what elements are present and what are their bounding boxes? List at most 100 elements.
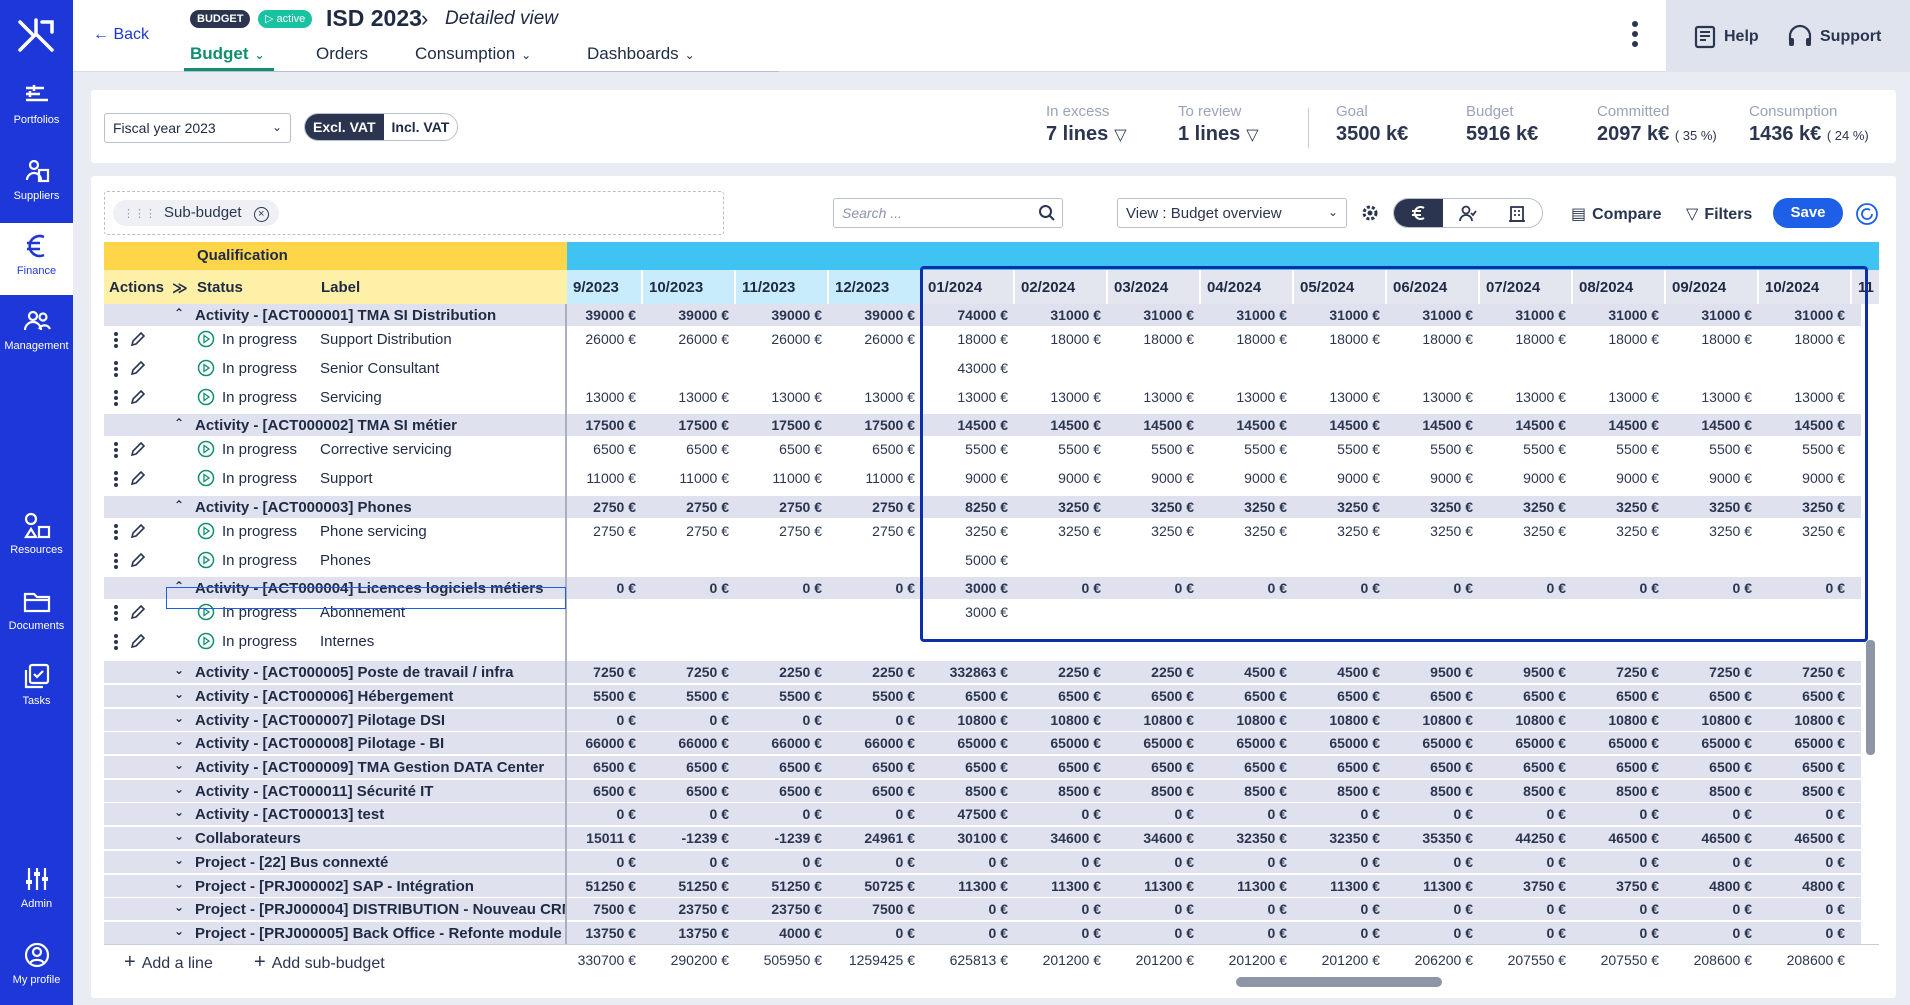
value-cell[interactable]: 0 € <box>1666 925 1752 941</box>
chevron-down-icon[interactable]: ⌄ <box>174 734 184 748</box>
value-cell[interactable]: 13000 € <box>567 389 636 405</box>
grouping-drop-zone[interactable]: ⋮⋮⋮ Sub-budget × <box>104 191 724 235</box>
value-cell[interactable]: 6500 € <box>922 688 1008 704</box>
euro-mode-option[interactable] <box>1394 199 1444 227</box>
value-cell[interactable]: 10800 € <box>1759 712 1845 728</box>
value-cell[interactable]: 6500 € <box>643 783 729 799</box>
value-cell[interactable]: 0 € <box>1573 925 1659 941</box>
value-cell[interactable]: 65000 € <box>1294 735 1380 751</box>
chevron-down-icon[interactable]: ⌄ <box>174 782 184 796</box>
tab-dashboards[interactable]: Dashboards ⌄ <box>587 44 695 64</box>
value-cell[interactable]: 13750 € <box>567 925 636 941</box>
sidebar-item-resources[interactable]: Resources <box>0 502 73 574</box>
table-row[interactable]: In progress Senior Consultant <box>104 357 565 381</box>
sidebar-item-management[interactable]: Management <box>0 298 73 370</box>
value-cell[interactable]: 0 € <box>1294 806 1380 822</box>
value-cell[interactable]: 0 € <box>1759 806 1845 822</box>
value-cell[interactable]: 6500 € <box>1759 688 1845 704</box>
value-cell[interactable]: 0 € <box>1201 806 1287 822</box>
row-menu-icon[interactable] <box>113 523 119 541</box>
pencil-icon[interactable] <box>130 389 146 405</box>
value-cell[interactable]: 0 € <box>1387 925 1473 941</box>
month-header[interactable]: 12/2023 <box>829 270 922 304</box>
value-cell[interactable]: 6500 € <box>643 759 729 775</box>
value-cell[interactable]: 15011 € <box>567 830 636 846</box>
value-cell[interactable]: 0 € <box>1201 854 1287 870</box>
value-cell[interactable]: 6500 € <box>1666 759 1752 775</box>
value-cell[interactable]: 44250 € <box>1480 830 1566 846</box>
chevron-up-icon[interactable]: ⌃ <box>174 498 184 512</box>
group-row[interactable]: ⌃ Activity - [ACT000001] TMA SI Distribut… <box>104 304 565 326</box>
sidebar-item-suppliers[interactable]: Suppliers <box>0 148 73 220</box>
value-cell[interactable]: 65000 € <box>1387 735 1473 751</box>
value-cell[interactable]: 4800 € <box>1759 878 1845 894</box>
filter-funnel-icon[interactable]: ▽ <box>1246 127 1258 144</box>
building-mode-option[interactable] <box>1493 199 1542 227</box>
vat-toggle[interactable]: Excl. VAT Incl. VAT <box>304 113 459 141</box>
group-row[interactable]: ⌄ Collaborateurs <box>104 827 565 849</box>
value-cell[interactable]: 8500 € <box>1108 783 1194 799</box>
value-cell[interactable]: 26000 € <box>643 331 729 347</box>
value-cell[interactable]: 3750 € <box>1573 878 1659 894</box>
value-cell[interactable]: 10800 € <box>1573 712 1659 728</box>
value-cell[interactable]: 6500 € <box>1573 759 1659 775</box>
value-cell[interactable]: 65000 € <box>1759 735 1845 751</box>
value-cell[interactable]: 34600 € <box>1108 830 1194 846</box>
value-cell[interactable]: 6500 € <box>567 759 636 775</box>
value-cell[interactable]: 34600 € <box>1015 830 1101 846</box>
value-cell[interactable]: 9500 € <box>1480 664 1566 680</box>
table-row[interactable]: In progress Phones <box>104 549 565 573</box>
value-cell[interactable]: 0 € <box>829 854 915 870</box>
value-cell[interactable]: 6500 € <box>1201 759 1287 775</box>
filters-button[interactable]: ▽ Filters <box>1686 204 1752 224</box>
group-row[interactable]: ⌄ Activity - [ACT000008] Pilotage - BI <box>104 732 565 754</box>
value-cell[interactable]: 65000 € <box>1108 735 1194 751</box>
sidebar-item-finance[interactable]: Finance <box>0 223 73 295</box>
value-cell[interactable]: 332863 € <box>922 664 1008 680</box>
value-cell[interactable]: 0 € <box>1015 806 1101 822</box>
tab-orders[interactable]: Orders <box>316 44 368 64</box>
value-cell[interactable]: 0 € <box>1015 854 1101 870</box>
excl-vat-option[interactable]: Excl. VAT <box>305 114 384 140</box>
row-menu-icon[interactable] <box>113 604 119 622</box>
value-cell[interactable]: 51250 € <box>736 878 822 894</box>
expand-all-icon[interactable]: ≫ <box>172 279 188 297</box>
value-cell[interactable]: 23750 € <box>643 901 729 917</box>
value-cell[interactable]: 7250 € <box>1573 664 1659 680</box>
value-cell[interactable]: 7250 € <box>643 664 729 680</box>
month-header[interactable]: 9/2023 <box>567 270 643 304</box>
value-cell[interactable]: 2250 € <box>1015 664 1101 680</box>
drag-handle-icon[interactable]: ⋮⋮⋮ <box>123 208 156 220</box>
add-line-button[interactable]: + Add a line <box>124 951 213 974</box>
value-cell[interactable]: 0 € <box>1387 854 1473 870</box>
col-status[interactable]: Status <box>197 279 243 296</box>
value-cell[interactable]: 0 € <box>1108 854 1194 870</box>
chevron-down-icon[interactable]: ⌄ <box>174 758 184 772</box>
row-menu-icon[interactable] <box>113 389 119 407</box>
value-cell[interactable]: 65000 € <box>1573 735 1659 751</box>
value-cell[interactable]: 2750 € <box>829 523 915 539</box>
value-cell[interactable]: 8500 € <box>1015 783 1101 799</box>
fiscal-year-select[interactable]: Fiscal year 2023 ⌄ <box>104 113 291 143</box>
value-cell[interactable]: 47500 € <box>922 806 1008 822</box>
gear-icon[interactable] <box>1361 204 1379 222</box>
remove-icon[interactable]: × <box>253 207 269 222</box>
search-icon[interactable] <box>1038 204 1056 222</box>
group-row[interactable]: ⌄ Activity - [ACT000006] Hébergement <box>104 685 565 707</box>
value-cell[interactable]: 10800 € <box>1015 712 1101 728</box>
value-cell[interactable]: 0 € <box>1480 806 1566 822</box>
value-cell[interactable]: 0 € <box>1294 901 1380 917</box>
group-row[interactable]: ⌃ Activity - [ACT000003] Phones <box>104 496 565 518</box>
value-cell[interactable]: 4800 € <box>1666 878 1752 894</box>
pencil-icon[interactable] <box>130 633 146 649</box>
value-cell[interactable]: 6500 € <box>829 783 915 799</box>
value-cell[interactable]: 6500 € <box>922 759 1008 775</box>
value-cell[interactable]: 8500 € <box>1759 783 1845 799</box>
value-cell[interactable]: 0 € <box>1666 901 1752 917</box>
group-row[interactable]: ⌄ Activity - [ACT000013] test <box>104 803 565 825</box>
value-cell[interactable]: 50725 € <box>829 878 915 894</box>
value-cell[interactable]: 66000 € <box>643 735 729 751</box>
value-cell[interactable]: -1239 € <box>736 830 822 846</box>
value-cell[interactable]: 0 € <box>829 580 915 596</box>
value-cell[interactable]: 32350 € <box>1294 830 1380 846</box>
